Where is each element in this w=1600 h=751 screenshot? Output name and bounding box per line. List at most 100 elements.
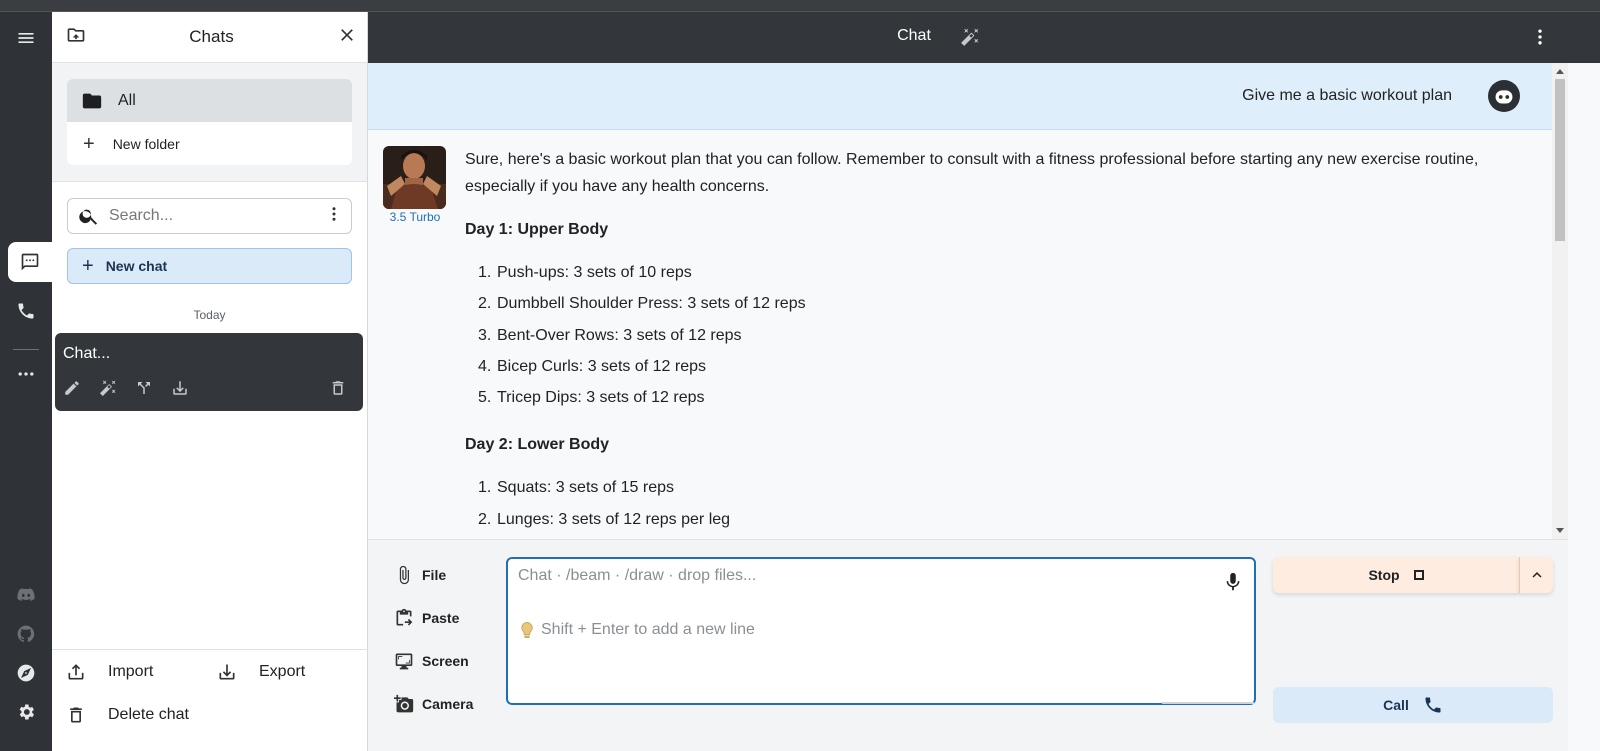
delete-chat-button[interactable]: Delete chat bbox=[52, 693, 368, 736]
messages-scrollbar[interactable] bbox=[1552, 63, 1568, 539]
assistant-avatar bbox=[383, 146, 446, 209]
export-label: Export bbox=[259, 662, 306, 680]
browser-top-strip bbox=[0, 0, 1600, 12]
message-list: Give me a basic workout plan 3.5 Turbo S… bbox=[368, 63, 1552, 539]
auto-title-icon[interactable] bbox=[99, 379, 117, 402]
exercise-list: 1. Squats: 3 sets of 15 reps 2. Lunges: 3 … bbox=[465, 474, 1512, 537]
scroll-down-arrow[interactable] bbox=[1556, 528, 1564, 533]
user-message-text: Give me a basic workout plan bbox=[1242, 87, 1452, 104]
trash-icon bbox=[70, 707, 82, 722]
more-vert-icon[interactable] bbox=[1530, 27, 1550, 52]
new-folder-button[interactable]: + New folder bbox=[67, 122, 352, 165]
search-icon bbox=[79, 209, 98, 225]
section-heading: Day 1: Upper Body bbox=[465, 221, 609, 238]
plus-icon: + bbox=[83, 132, 95, 155]
search-options-icon[interactable] bbox=[325, 205, 343, 228]
chat-item-title: Chat... bbox=[63, 345, 111, 362]
message-input[interactable] bbox=[518, 567, 1208, 597]
drawer-title: Chats bbox=[189, 27, 234, 46]
new-chat-label: New chat bbox=[105, 258, 168, 274]
paste-button[interactable]: Paste bbox=[394, 603, 484, 633]
exercise-list: 1. Push-ups: 3 sets of 10 reps 2. Dumbbell… bbox=[465, 259, 1512, 415]
camera-label: Camera bbox=[422, 696, 474, 712]
resize-handle[interactable] bbox=[1162, 702, 1254, 704]
download-icon bbox=[219, 664, 235, 679]
list-item: 1. Push-ups: 3 sets of 10 reps bbox=[478, 264, 692, 281]
scrollbar-thumb[interactable] bbox=[1555, 79, 1565, 241]
chat-topbar: Chat bbox=[368, 12, 1600, 63]
new-folder-label: New folder bbox=[112, 135, 180, 152]
more-icon[interactable] bbox=[6, 354, 46, 394]
chat-icon[interactable] bbox=[8, 242, 52, 282]
compass-icon[interactable] bbox=[6, 653, 46, 693]
nav-rail bbox=[0, 12, 52, 751]
screen-icon bbox=[395, 653, 413, 670]
import-label: Import bbox=[108, 662, 154, 680]
download-icon[interactable] bbox=[171, 379, 189, 402]
folder-icon bbox=[82, 93, 102, 108]
folders-section: All + New folder bbox=[52, 63, 367, 182]
screen-label: Screen bbox=[422, 653, 469, 669]
list-item: 2. Lunges: 3 sets of 12 reps per leg bbox=[478, 510, 731, 528]
drawer-footer: Import Export Delete chat bbox=[52, 649, 368, 751]
attach-file-label: File bbox=[422, 567, 447, 583]
magic-wand-icon[interactable] bbox=[960, 27, 980, 52]
upload-icon bbox=[68, 663, 84, 679]
edit-icon[interactable] bbox=[63, 379, 81, 402]
user-message[interactable]: Give me a basic workout plan bbox=[368, 63, 1552, 130]
screen-capture-button[interactable]: Screen bbox=[394, 646, 484, 676]
search-box bbox=[67, 198, 352, 234]
folders-list: All + New folder bbox=[67, 79, 352, 165]
list-item: 2. Dumbbell Shoulder Press: 3 sets of 12 … bbox=[478, 295, 806, 313]
section-label: Today bbox=[193, 308, 226, 322]
assistant-message-body: Sure, here's a basic workout plan that y… bbox=[465, 146, 1512, 537]
close-icon[interactable] bbox=[337, 25, 357, 50]
discord-icon[interactable] bbox=[6, 575, 46, 615]
phone-icon bbox=[1425, 697, 1441, 713]
model-label[interactable]: 3.5 Turbo bbox=[376, 210, 454, 224]
microphone-icon[interactable] bbox=[1222, 571, 1244, 598]
paperclip-icon bbox=[399, 565, 409, 585]
settings-icon[interactable] bbox=[6, 692, 46, 732]
assistant-intro: Sure, here's a basic workout plan that y… bbox=[465, 151, 1479, 195]
list-item: 3. Bent-Over Rows: 3 sets of 12 reps bbox=[478, 326, 742, 344]
paste-icon bbox=[396, 608, 413, 626]
chevron-up-icon bbox=[1532, 572, 1541, 578]
right-margin bbox=[1568, 63, 1600, 751]
message-input-box[interactable]: Shift + Enter to add a new line bbox=[506, 557, 1256, 705]
scroll-up-arrow[interactable] bbox=[1556, 69, 1564, 74]
lightbulb-icon bbox=[521, 622, 533, 638]
list-item: 5. Tricep Dips: 3 sets of 12 reps bbox=[478, 389, 705, 407]
list-item: 4. Bicep Curls: 3 sets of 12 reps bbox=[478, 357, 706, 375]
menu-icon[interactable] bbox=[6, 18, 46, 58]
new-chat-button[interactable]: + New chat bbox=[67, 248, 352, 284]
paste-label: Paste bbox=[422, 610, 460, 626]
camera-icon bbox=[394, 694, 414, 713]
attach-file-button[interactable]: File bbox=[394, 560, 484, 590]
chat-list-item[interactable]: Chat... bbox=[55, 333, 363, 411]
folder-open-icon[interactable] bbox=[66, 25, 86, 50]
phone-icon[interactable] bbox=[6, 291, 46, 331]
search-input[interactable] bbox=[109, 207, 325, 225]
delete-icon[interactable] bbox=[329, 379, 347, 402]
stop-button[interactable]: Stop bbox=[1273, 557, 1519, 593]
call-button[interactable]: Call bbox=[1273, 687, 1553, 723]
section-heading: Day 2: Lower Body bbox=[465, 436, 610, 454]
stop-square-icon bbox=[1413, 570, 1424, 580]
composer: File Paste Screen Camera Shift + Enter t… bbox=[368, 539, 1568, 751]
chat-item-actions bbox=[63, 379, 355, 402]
expand-options-button[interactable] bbox=[1519, 557, 1553, 593]
rail-divider bbox=[13, 349, 39, 350]
call-label: Call bbox=[1383, 697, 1409, 713]
camera-button[interactable]: Camera bbox=[394, 689, 484, 719]
folder-all[interactable]: All bbox=[67, 79, 352, 122]
list-item: 1. Squats: 3 sets of 15 reps bbox=[478, 479, 674, 497]
drawer-header: Chats bbox=[52, 12, 367, 63]
github-icon[interactable] bbox=[6, 614, 46, 654]
import-button[interactable]: Import bbox=[66, 662, 217, 682]
stop-label: Stop bbox=[1368, 567, 1400, 583]
import-export-row: Import Export bbox=[52, 650, 368, 693]
branch-icon[interactable] bbox=[135, 379, 153, 402]
assistant-message[interactable]: 3.5 Turbo Sure, here's a basic workout p… bbox=[368, 130, 1552, 537]
export-button[interactable]: Export bbox=[217, 662, 368, 682]
